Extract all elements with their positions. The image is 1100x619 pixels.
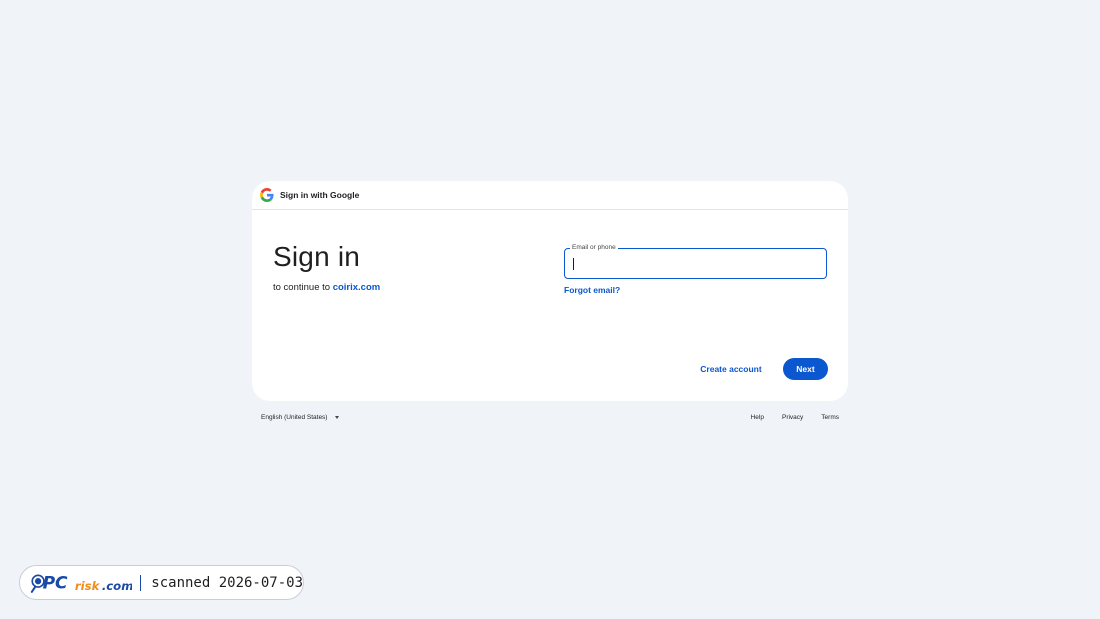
card-header: Sign in with Google: [252, 181, 848, 210]
help-link[interactable]: Help: [751, 414, 764, 421]
subtitle: to continue to coirix.com: [273, 282, 380, 293]
email-field[interactable]: Email or phone: [564, 243, 827, 279]
svg-text:.com: .com: [102, 579, 133, 593]
header-brand-text: Sign in with Google: [280, 190, 360, 200]
footer: English (United States) Help Privacy Ter…: [252, 408, 848, 430]
email-field-label: Email or phone: [570, 243, 618, 252]
terms-link[interactable]: Terms: [821, 414, 839, 421]
page-title: Sign in: [273, 241, 361, 272]
language-label: English (United States): [261, 414, 328, 421]
subtitle-prefix: to continue to: [273, 282, 331, 293]
google-g-icon: [260, 188, 274, 202]
next-button[interactable]: Next: [783, 358, 828, 380]
svg-text:PC: PC: [43, 573, 68, 593]
watermark-separator: [140, 574, 142, 591]
scan-date-text: scanned 2026-07-03: [151, 574, 303, 591]
sign-in-card: Sign in with Google Sign in to continue …: [252, 181, 848, 401]
forgot-email-link[interactable]: Forgot email?: [564, 285, 620, 295]
svg-text:risk: risk: [75, 579, 101, 593]
privacy-link[interactable]: Privacy: [782, 414, 803, 421]
site-link[interactable]: coirix.com: [333, 282, 381, 293]
language-selector[interactable]: English (United States): [261, 414, 340, 421]
text-caret: [573, 258, 574, 270]
watermark-badge: PC risk .com scanned 2026-07-03: [19, 565, 304, 600]
footer-links: Help Privacy Terms: [733, 414, 839, 421]
create-account-button[interactable]: Create account: [692, 358, 770, 380]
email-input[interactable]: [575, 255, 815, 271]
caret-down-icon: [335, 416, 340, 419]
pcrisk-logo: PC risk .com: [30, 573, 133, 593]
